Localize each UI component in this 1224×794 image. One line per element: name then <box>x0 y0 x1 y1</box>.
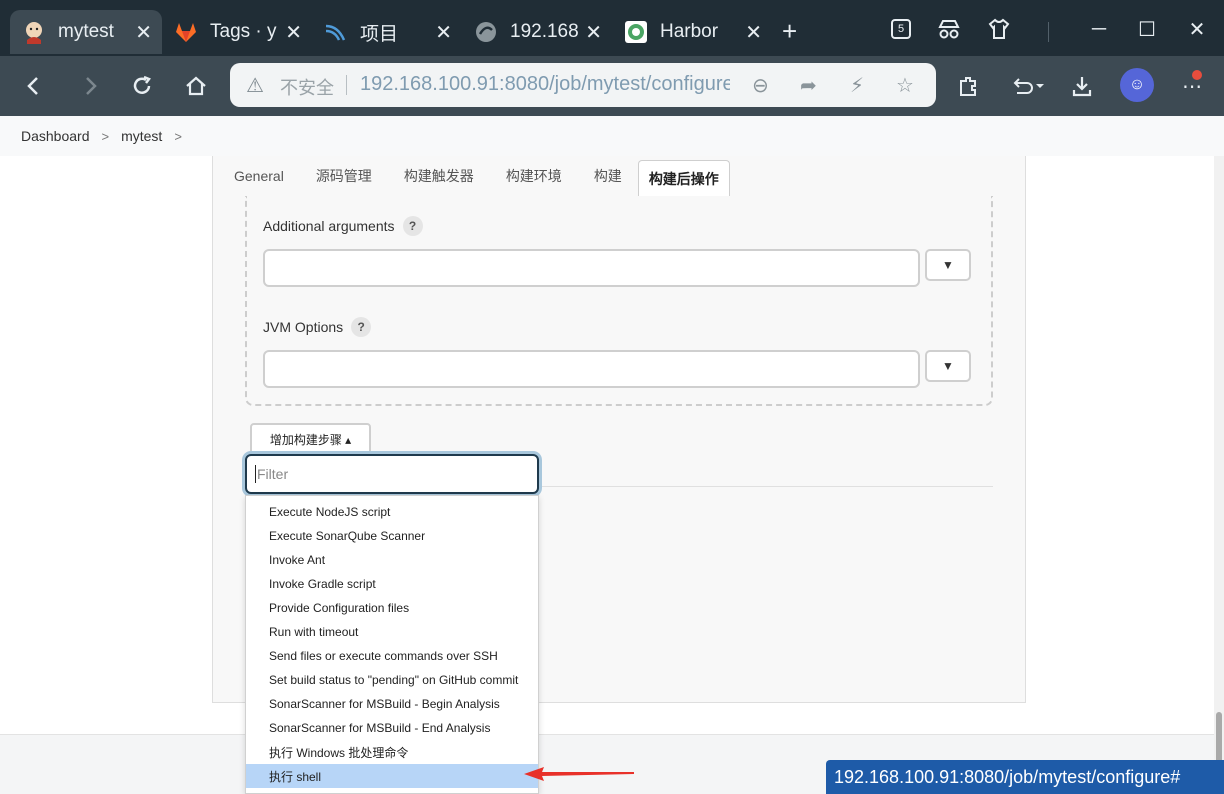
add-build-step-button[interactable]: 增加构建步骤 ▴ <box>250 423 371 455</box>
tab-title: Tags · y <box>210 21 277 42</box>
menu-item[interactable]: Provide Configuration files <box>246 596 538 620</box>
tab-sonar[interactable]: 项目 ✕ <box>312 10 462 54</box>
globe-icon <box>474 20 498 44</box>
lightning-icon[interactable]: ⚡ <box>850 73 864 98</box>
tab-192[interactable]: 192.168 ✕ <box>462 10 612 54</box>
breadcrumb: Dashboard > mytest > <box>0 116 1224 156</box>
close-icon[interactable]: ✕ <box>435 20 452 45</box>
zoom-icon[interactable]: ⊖ <box>752 73 769 98</box>
divider <box>1048 22 1049 42</box>
divider <box>346 75 347 95</box>
browser-toolbar: ⚠ 不安全 192.168.100.91:8080/job/mytest/con… <box>0 56 1224 116</box>
chevron-right-icon[interactable]: > <box>174 129 182 144</box>
config-tabs: General 源码管理 构建触发器 构建环境 构建 构建后操作 <box>213 156 1025 196</box>
menu-item[interactable]: SonarScanner for MSBuild - Begin Analysi… <box>246 692 538 716</box>
tab-title: 项目 <box>360 23 399 45</box>
menu-item[interactable]: Run with timeout <box>246 620 538 644</box>
gitlab-icon <box>174 20 198 44</box>
browser-tab-strip: mytest ✕ Tags · y ✕ 项目 ✕ 192.168 ✕ Harbo… <box>0 0 1224 60</box>
tab-title: mytest <box>58 21 114 42</box>
notification-dot <box>1192 70 1202 80</box>
download-icon[interactable] <box>1066 70 1098 102</box>
jvm-options-label: JVM Options ? <box>263 317 372 337</box>
tab-triggers[interactable]: 构建触发器 <box>388 156 490 196</box>
jvm-options-input[interactable] <box>263 350 920 388</box>
avatar[interactable]: ☺ <box>1120 68 1154 102</box>
forward-icon[interactable] <box>74 70 106 102</box>
harbor-icon <box>624 20 648 44</box>
close-icon[interactable]: ✕ <box>745 20 762 45</box>
new-tab-icon[interactable]: + <box>782 16 797 47</box>
breadcrumb-dashboard[interactable]: Dashboard <box>21 128 90 144</box>
close-window-icon[interactable]: ✕ <box>1182 14 1212 44</box>
filter-placeholder: Filter <box>257 466 289 482</box>
menu-item-execute-shell[interactable]: 执行 shell <box>246 764 538 788</box>
minimize-icon[interactable]: ─ <box>1084 14 1114 44</box>
maximize-icon[interactable]: ☐ <box>1132 14 1162 44</box>
tab-count-icon[interactable]: 5 <box>886 14 916 44</box>
tab-general[interactable]: General <box>213 156 300 196</box>
expand-dropdown-button[interactable]: ▼ <box>925 249 971 281</box>
close-icon[interactable]: ✕ <box>135 20 152 45</box>
close-icon[interactable]: ✕ <box>285 20 302 45</box>
help-icon[interactable]: ? <box>351 317 372 337</box>
menu-item[interactable]: Execute NodeJS script <box>246 500 538 524</box>
undo-menu-icon[interactable] <box>1008 70 1048 102</box>
close-icon[interactable]: ✕ <box>585 20 602 45</box>
share-icon[interactable]: ➦ <box>800 73 817 98</box>
extensions-icon[interactable] <box>952 70 984 102</box>
url-text[interactable]: 192.168.100.91:8080/job/mytest/configure <box>360 73 730 96</box>
tab-harbor[interactable]: Harbor ✕ <box>612 10 772 54</box>
tab-title: 192.168 <box>510 21 579 42</box>
additional-arguments-input[interactable] <box>263 249 920 287</box>
jenkins-page: Dashboard > mytest > General 源码管理 构建触发器 … <box>0 116 1224 794</box>
help-icon[interactable]: ? <box>402 216 423 236</box>
additional-arguments-label: Additional arguments ? <box>263 216 423 236</box>
jenkins-icon <box>22 20 46 44</box>
menu-item[interactable]: Invoke Gradle script <box>246 572 538 596</box>
shirt-icon[interactable] <box>984 14 1014 44</box>
incognito-icon[interactable] <box>934 14 964 44</box>
menu-item[interactable]: Invoke Ant <box>246 548 538 572</box>
status-bar-url: 192.168.100.91:8080/job/mytest/configure… <box>826 760 1224 794</box>
expand-dropdown-button[interactable]: ▼ <box>925 350 971 382</box>
tab-title: Harbor <box>660 21 719 42</box>
menu-item[interactable]: SonarScanner for MSBuild - End Analysis <box>246 716 538 740</box>
menu-item[interactable]: Execute SonarQube Scanner <box>246 524 538 548</box>
bookmark-star-icon[interactable]: ☆ <box>896 73 914 98</box>
security-label: 不安全 <box>280 78 334 98</box>
home-icon[interactable] <box>180 70 212 102</box>
breadcrumb-mytest[interactable]: mytest <box>121 128 162 144</box>
tab-build[interactable]: 构建 <box>578 156 638 196</box>
scrollbar[interactable] <box>1214 156 1224 794</box>
tab-gitlab[interactable]: Tags · y ✕ <box>162 10 312 54</box>
back-icon[interactable] <box>18 70 50 102</box>
build-step-menu: Execute NodeJS script Execute SonarQube … <box>245 495 539 794</box>
tab-scm[interactable]: 源码管理 <box>300 156 388 196</box>
tab-mytest[interactable]: mytest ✕ <box>10 10 162 54</box>
filter-input[interactable]: Filter <box>245 454 539 494</box>
warning-icon: ⚠ <box>246 75 264 97</box>
menu-item[interactable]: 执行 Windows 批处理命令 <box>246 740 538 764</box>
text-caret <box>255 465 256 483</box>
menu-item[interactable]: Set build status to "pending" on GitHub … <box>246 668 538 692</box>
tab-build-env[interactable]: 构建环境 <box>490 156 578 196</box>
reload-icon[interactable] <box>126 70 158 102</box>
chevron-right-icon[interactable]: > <box>102 129 110 144</box>
menu-item[interactable]: Send files or execute commands over SSH <box>246 644 538 668</box>
annotation-arrow <box>524 767 634 781</box>
tab-post-build[interactable]: 构建后操作 <box>637 160 730 196</box>
sonar-icon <box>324 20 348 44</box>
address-bar[interactable]: ⚠ 不安全 192.168.100.91:8080/job/mytest/con… <box>230 63 936 107</box>
divider <box>539 486 993 487</box>
